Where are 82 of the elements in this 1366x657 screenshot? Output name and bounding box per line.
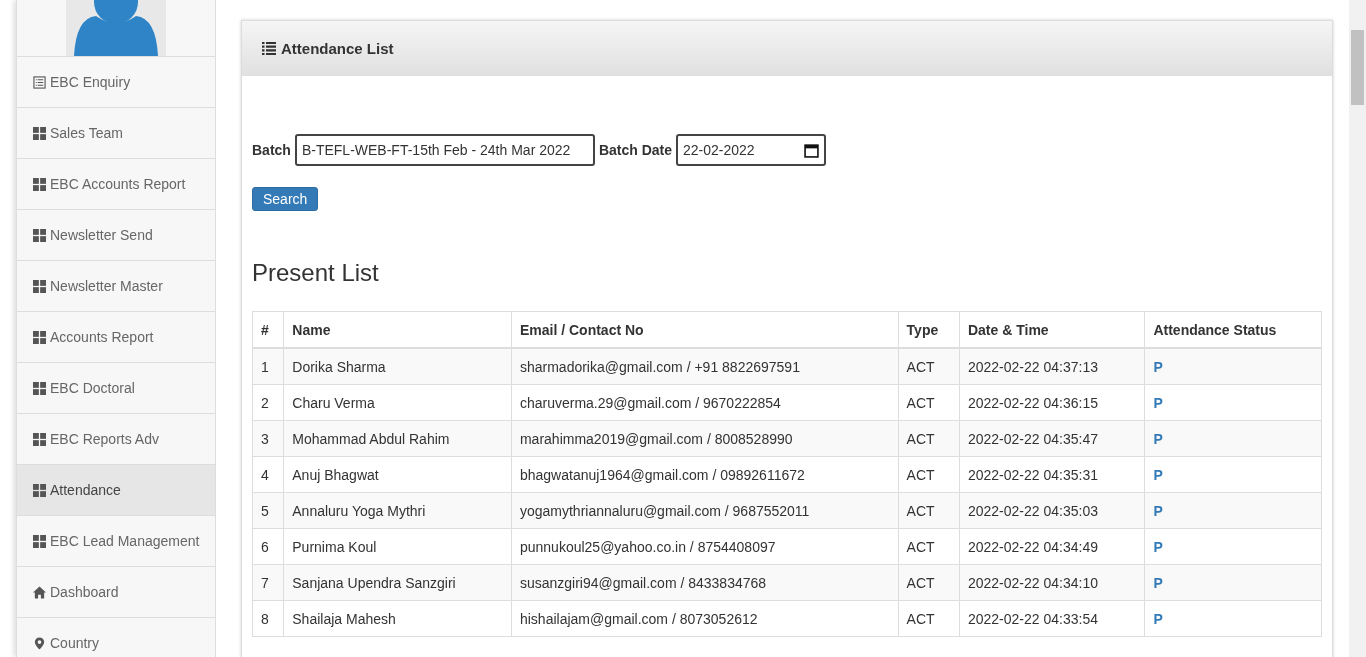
table-cell: hishailajam@gmail.com / 8073052612 xyxy=(511,600,899,637)
grid-icon xyxy=(33,432,46,446)
table-cell: 2022-02-22 04:35:03 xyxy=(959,492,1145,529)
table-cell: 3 xyxy=(252,420,284,457)
sidebar-item[interactable]: EBC Accounts Report xyxy=(17,159,215,210)
batch-date-label: Batch Date xyxy=(598,142,673,158)
table-cell: charuverma.29@gmail.com / 9670222854 xyxy=(511,384,899,421)
table-cell: P xyxy=(1144,456,1322,493)
table-cell: sharmadorika@gmail.com / +91 8822697591 xyxy=(511,348,899,385)
table-cell: Mohammad Abdul Rahim xyxy=(283,420,512,457)
table-cell: punnukoul25@yahoo.co.in / 8754408097 xyxy=(511,528,899,565)
table-cell: 2022-02-22 04:35:47 xyxy=(959,420,1145,457)
table-cell: P xyxy=(1144,348,1322,385)
table-cell: 2022-02-22 04:36:15 xyxy=(959,384,1145,421)
table-cell: Shailaja Mahesh xyxy=(283,600,512,637)
scrollbar[interactable] xyxy=(1349,0,1366,657)
grid-icon xyxy=(33,330,46,344)
table-cell: ACT xyxy=(898,348,960,385)
table-cell: marahimma2019@gmail.com / 8008528990 xyxy=(511,420,899,457)
sidebar-item[interactable]: Accounts Report xyxy=(17,312,215,363)
panel-title: Attendance List xyxy=(281,40,394,57)
grid-icon xyxy=(33,126,46,140)
table-cell: susanzgiri94@gmail.com / 8433834768 xyxy=(511,564,899,601)
table-cell: Charu Verma xyxy=(283,384,512,421)
list-icon xyxy=(33,75,46,89)
table-cell: 2022-02-22 04:34:10 xyxy=(959,564,1145,601)
table-cell: P xyxy=(1144,564,1322,601)
batch-date-field[interactable]: 22-02-2022 xyxy=(676,134,827,166)
section-title: Present List xyxy=(252,259,380,287)
home-icon xyxy=(33,585,46,599)
sidebar-item[interactable]: EBC Enquiry xyxy=(17,57,215,108)
table-cell: 7 xyxy=(252,564,284,601)
table-cell: 8 xyxy=(252,600,284,637)
sidebar-item[interactable]: Newsletter Send xyxy=(17,210,215,261)
table-cell: 6 xyxy=(252,528,284,565)
sidebar-item[interactable]: Attendance xyxy=(17,465,215,516)
table-cell: P xyxy=(1144,528,1322,565)
list-icon xyxy=(262,42,276,55)
table-cell: ACT xyxy=(898,564,960,601)
sidebar-item[interactable]: EBC Lead Management xyxy=(17,516,215,567)
table-cell: yogamythriannaluru@gmail.com / 9687552011 xyxy=(511,492,899,529)
table-cell: bhagwatanuj1964@gmail.com / 09892611672 xyxy=(511,456,899,493)
table-cell: 1 xyxy=(252,348,284,385)
table-cell: 4 xyxy=(252,456,284,493)
table-cell: ACT xyxy=(898,384,960,421)
grid-icon xyxy=(33,177,46,191)
batch-label: Batch xyxy=(252,142,291,158)
table-cell: 2022-02-22 04:35:31 xyxy=(959,456,1145,493)
table-cell: Anuj Bhagwat xyxy=(283,456,512,493)
table-cell: 2022-02-22 04:34:49 xyxy=(959,528,1145,565)
batch-field[interactable]: B-TEFL-WEB-FT-15th Feb - 24th Mar 2022 xyxy=(294,134,595,166)
sidebar-item[interactable]: Newsletter Master xyxy=(17,261,215,312)
table-cell: 2022-02-22 04:33:54 xyxy=(959,600,1145,637)
grid-icon xyxy=(33,381,46,395)
grid-icon xyxy=(33,228,46,242)
table-cell: Annaluru Yoga Mythri xyxy=(283,492,512,529)
table-cell: ACT xyxy=(898,600,960,637)
sidebar-item[interactable]: Country xyxy=(17,618,215,657)
table-cell: Dorika Sharma xyxy=(283,348,512,385)
table-cell: 5 xyxy=(252,492,284,529)
table-cell: P xyxy=(1144,492,1322,529)
grid-icon xyxy=(33,279,46,293)
table-cell: P xyxy=(1144,384,1322,421)
table-cell: 2022-02-22 04:37:13 xyxy=(959,348,1145,385)
table-cell: ACT xyxy=(898,492,960,529)
sidebar-item[interactable]: EBC Doctoral xyxy=(17,363,215,414)
grid-icon xyxy=(33,483,46,497)
sidebar-item[interactable]: Sales Team xyxy=(17,108,215,159)
table-cell: P xyxy=(1144,420,1322,457)
table-cell: P xyxy=(1144,600,1322,637)
table-cell: ACT xyxy=(898,456,960,493)
search-button[interactable]: Search xyxy=(252,187,319,211)
table-cell: ACT xyxy=(898,420,960,457)
table-cell: ACT xyxy=(898,528,960,565)
sidebar-item[interactable]: Dashboard xyxy=(17,567,215,618)
scrollbar-thumb[interactable] xyxy=(1351,30,1364,105)
grid-icon xyxy=(33,534,46,548)
table-cell: Purnima Koul xyxy=(283,528,512,565)
table-cell: Sanjana Upendra Sanzgiri xyxy=(283,564,512,601)
table-cell: 2 xyxy=(252,384,284,421)
location-pin-icon xyxy=(33,636,46,650)
calendar-icon xyxy=(804,142,820,158)
